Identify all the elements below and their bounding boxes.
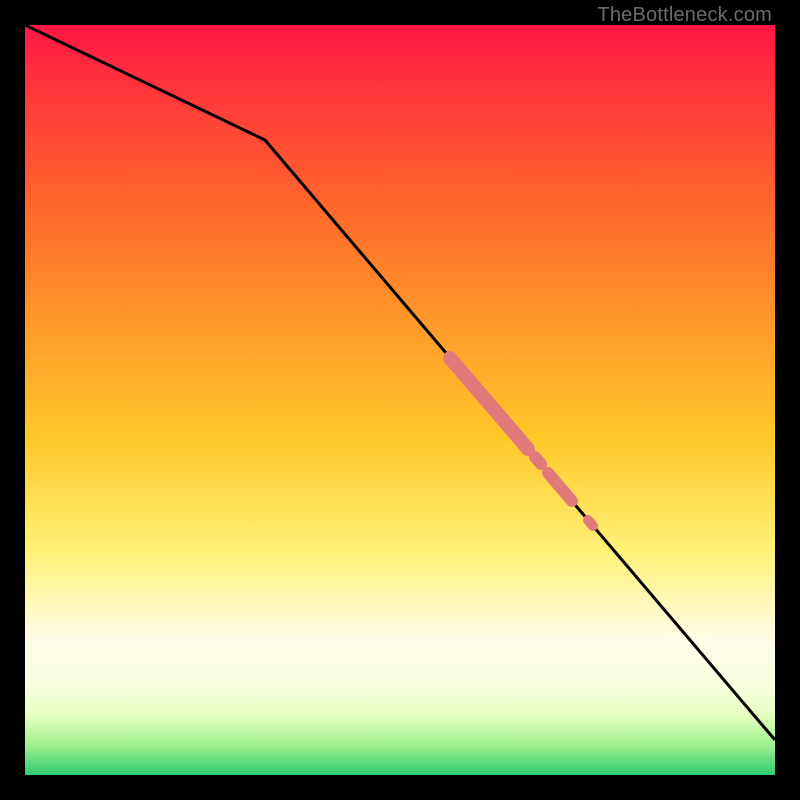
highlight-dot-2 bbox=[588, 520, 593, 526]
watermark-text: TheBottleneck.com bbox=[597, 4, 772, 27]
highlight-dot-1 bbox=[535, 457, 541, 464]
highlight-seg-main bbox=[450, 358, 528, 449]
plot-area bbox=[25, 25, 775, 775]
line-layer bbox=[25, 25, 775, 775]
highlight-seg-small bbox=[548, 473, 572, 501]
chart-frame: TheBottleneck.com bbox=[0, 0, 800, 800]
main-curve bbox=[25, 25, 775, 740]
